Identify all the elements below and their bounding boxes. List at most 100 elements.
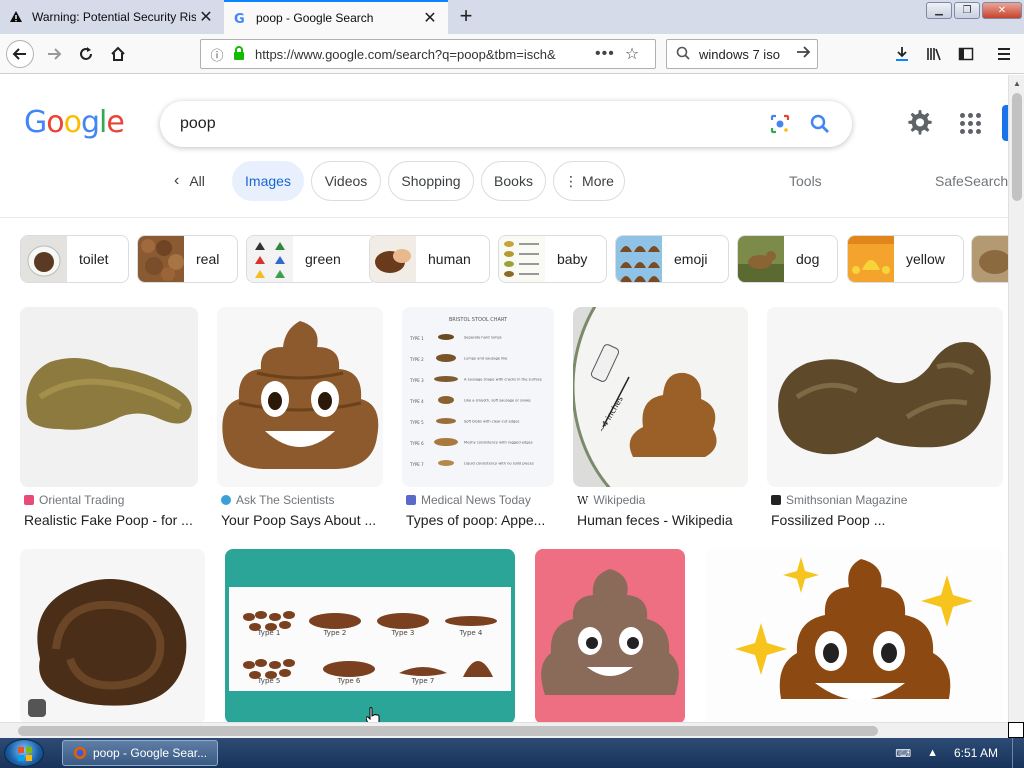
- menu-button[interactable]: [990, 40, 1018, 68]
- stool-type-label: Type 3: [391, 629, 415, 637]
- result-title[interactable]: Realistic Fake Poop - for ...: [24, 512, 200, 528]
- refine-chip-yellow[interactable]: yellow: [847, 235, 964, 283]
- address-bar[interactable]: ⓘ https://www.google.com/search?q=poop&t…: [200, 39, 656, 69]
- image-result[interactable]: [705, 549, 1003, 722]
- stool-type-shape: [438, 460, 454, 466]
- google-apps-icon[interactable]: [958, 111, 982, 135]
- refine-chip-dog[interactable]: dog: [737, 235, 838, 283]
- sparkle-poop-emoji-image: [705, 549, 1003, 722]
- result-title[interactable]: Your Poop Says About ...: [221, 512, 387, 528]
- go-arrow-icon[interactable]: [795, 44, 817, 65]
- vertical-scrollbar[interactable]: ▲: [1008, 75, 1024, 722]
- tab-books[interactable]: Books: [481, 161, 546, 201]
- image-result[interactable]: [535, 549, 685, 722]
- vertical-scroll-thumb[interactable]: [1012, 93, 1022, 201]
- keyboard-icon[interactable]: ⌨: [895, 747, 911, 760]
- browser-search-bar[interactable]: windows 7 iso: [666, 39, 818, 69]
- google-lens-icon[interactable]: [768, 112, 792, 136]
- tab-security-warning[interactable]: Warning: Potential Security Risk ✕: [0, 0, 224, 34]
- taskbar-firefox-window[interactable]: poop - Google Sear...: [62, 740, 218, 766]
- google-logo[interactable]: Google: [24, 105, 125, 140]
- stool-type-description: A sausage shape with cracks in the surfa…: [464, 378, 543, 382]
- stool-types-image: Type 1 Type 2 Type 3 Type 4 Type 5 Type 6 Type…: [225, 549, 515, 722]
- image-result[interactable]: Type 1 Type 2 Type 3 Type 4 Type 5 Type 6 Type…: [225, 549, 515, 722]
- show-desktop-button[interactable]: [1012, 738, 1024, 768]
- refine-chip-baby[interactable]: baby: [498, 235, 607, 283]
- header-divider: [0, 217, 1008, 218]
- refine-chip-emoji[interactable]: emoji: [615, 235, 729, 283]
- tab-all[interactable]: ‹ All: [174, 161, 205, 201]
- stool-type-shape: [434, 438, 458, 446]
- back-button[interactable]: [6, 40, 34, 68]
- url-text[interactable]: https://www.google.com/search?q=poop&tbm…: [255, 47, 585, 62]
- stool-type-label: TYPE 5: [409, 420, 424, 425]
- forward-button[interactable]: [40, 40, 68, 68]
- safesearch-button[interactable]: SafeSearch: [935, 161, 1008, 201]
- image-result[interactable]: Ask The Scientists Your Poop Says About …: [217, 307, 383, 537]
- maximize-button[interactable]: ❐: [954, 2, 980, 19]
- image-result[interactable]: Smithsonian Magazine Fossilized Poop ...: [767, 307, 1003, 537]
- sidebar-icon: [958, 47, 974, 61]
- horizontal-scrollbar[interactable]: [0, 722, 1008, 738]
- result-title[interactable]: Types of poop: Appe...: [406, 512, 556, 528]
- window-controls: ▁ ❐ ✕: [926, 2, 1022, 19]
- close-tab-icon[interactable]: ✕: [196, 7, 216, 27]
- library-button[interactable]: [920, 40, 948, 68]
- vertical-dots-icon: ⋮: [564, 172, 579, 189]
- tab-images[interactable]: Images: [232, 161, 304, 201]
- home-button[interactable]: [104, 40, 132, 68]
- result-title[interactable]: Fossilized Poop ...: [771, 512, 1007, 528]
- search-query-input[interactable]: poop: [180, 115, 768, 133]
- close-window-button[interactable]: ✕: [982, 2, 1022, 19]
- stool-type-description: Soft blobs with clear-cut edges: [464, 420, 519, 424]
- refine-chip-human[interactable]: human: [369, 235, 490, 283]
- new-tab-button[interactable]: +: [454, 3, 478, 28]
- stool-type-label: TYPE 2: [409, 357, 424, 362]
- info-icon[interactable]: ⓘ: [207, 45, 227, 64]
- result-source: W Wikipedia: [577, 493, 645, 507]
- stool-type-shape: [323, 661, 375, 677]
- settings-gear-icon[interactable]: [906, 109, 934, 137]
- medical-news-today-favicon: [406, 495, 416, 505]
- tab-more[interactable]: ⋮ More: [553, 161, 625, 201]
- reload-button[interactable]: [72, 40, 100, 68]
- google-search-box[interactable]: poop: [160, 101, 852, 147]
- lock-icon[interactable]: [231, 45, 247, 63]
- hand-cursor-icon: [366, 707, 380, 722]
- minimize-button[interactable]: ▁: [926, 2, 952, 19]
- image-result[interactable]: ~4 inches W Wikipedia Human feces - Wikip…: [573, 307, 748, 537]
- tab-videos[interactable]: Videos: [311, 161, 381, 201]
- tab-google-search[interactable]: G poop - Google Search ✕: [224, 0, 448, 34]
- image-result[interactable]: BRISTOL STOOL CHART TYPE 1 Separate hard l…: [402, 307, 554, 537]
- refine-chip-toilet[interactable]: toilet: [20, 235, 129, 283]
- search-input[interactable]: windows 7 iso: [699, 47, 795, 62]
- tab-shopping[interactable]: Shopping: [388, 161, 474, 201]
- sidebar-button[interactable]: [952, 40, 980, 68]
- refine-chip-real[interactable]: real: [137, 235, 238, 283]
- tab-title: Warning: Potential Security Risk: [32, 10, 196, 24]
- show-hidden-icons-icon[interactable]: ▲: [927, 747, 938, 759]
- logo-letter: o: [46, 105, 64, 140]
- system-clock[interactable]: 6:51 AM: [954, 746, 998, 760]
- image-result[interactable]: [20, 549, 205, 722]
- tools-button[interactable]: Tools: [789, 161, 822, 201]
- image-result[interactable]: Oriental Trading Realistic Fake Poop - f…: [20, 307, 198, 537]
- stool-type-shape: [309, 613, 361, 629]
- human-thumbnail: [370, 236, 416, 282]
- scroll-up-arrow-icon[interactable]: ▲: [1009, 75, 1024, 91]
- system-tray: ⌨ ▲ 6:51 AM: [895, 738, 1024, 768]
- downloads-button[interactable]: [888, 40, 916, 68]
- horizontal-scroll-thumb[interactable]: [18, 726, 878, 736]
- coiled-poop-image: [20, 549, 205, 722]
- start-button[interactable]: [4, 739, 44, 767]
- page-actions-icon[interactable]: •••: [595, 45, 615, 63]
- close-tab-icon[interactable]: ✕: [420, 8, 440, 28]
- search-icon[interactable]: [808, 112, 832, 136]
- result-title[interactable]: Human feces - Wikipedia: [577, 512, 752, 528]
- refine-chip-green[interactable]: green: [246, 235, 377, 283]
- bookmark-star-icon[interactable]: ☆: [625, 44, 639, 64]
- refine-chip-partial[interactable]: [971, 235, 1008, 283]
- source-label: Smithsonian Magazine: [786, 493, 908, 507]
- human-feces-image: ~4 inches: [573, 307, 748, 487]
- ask-the-scientists-favicon: [221, 495, 231, 505]
